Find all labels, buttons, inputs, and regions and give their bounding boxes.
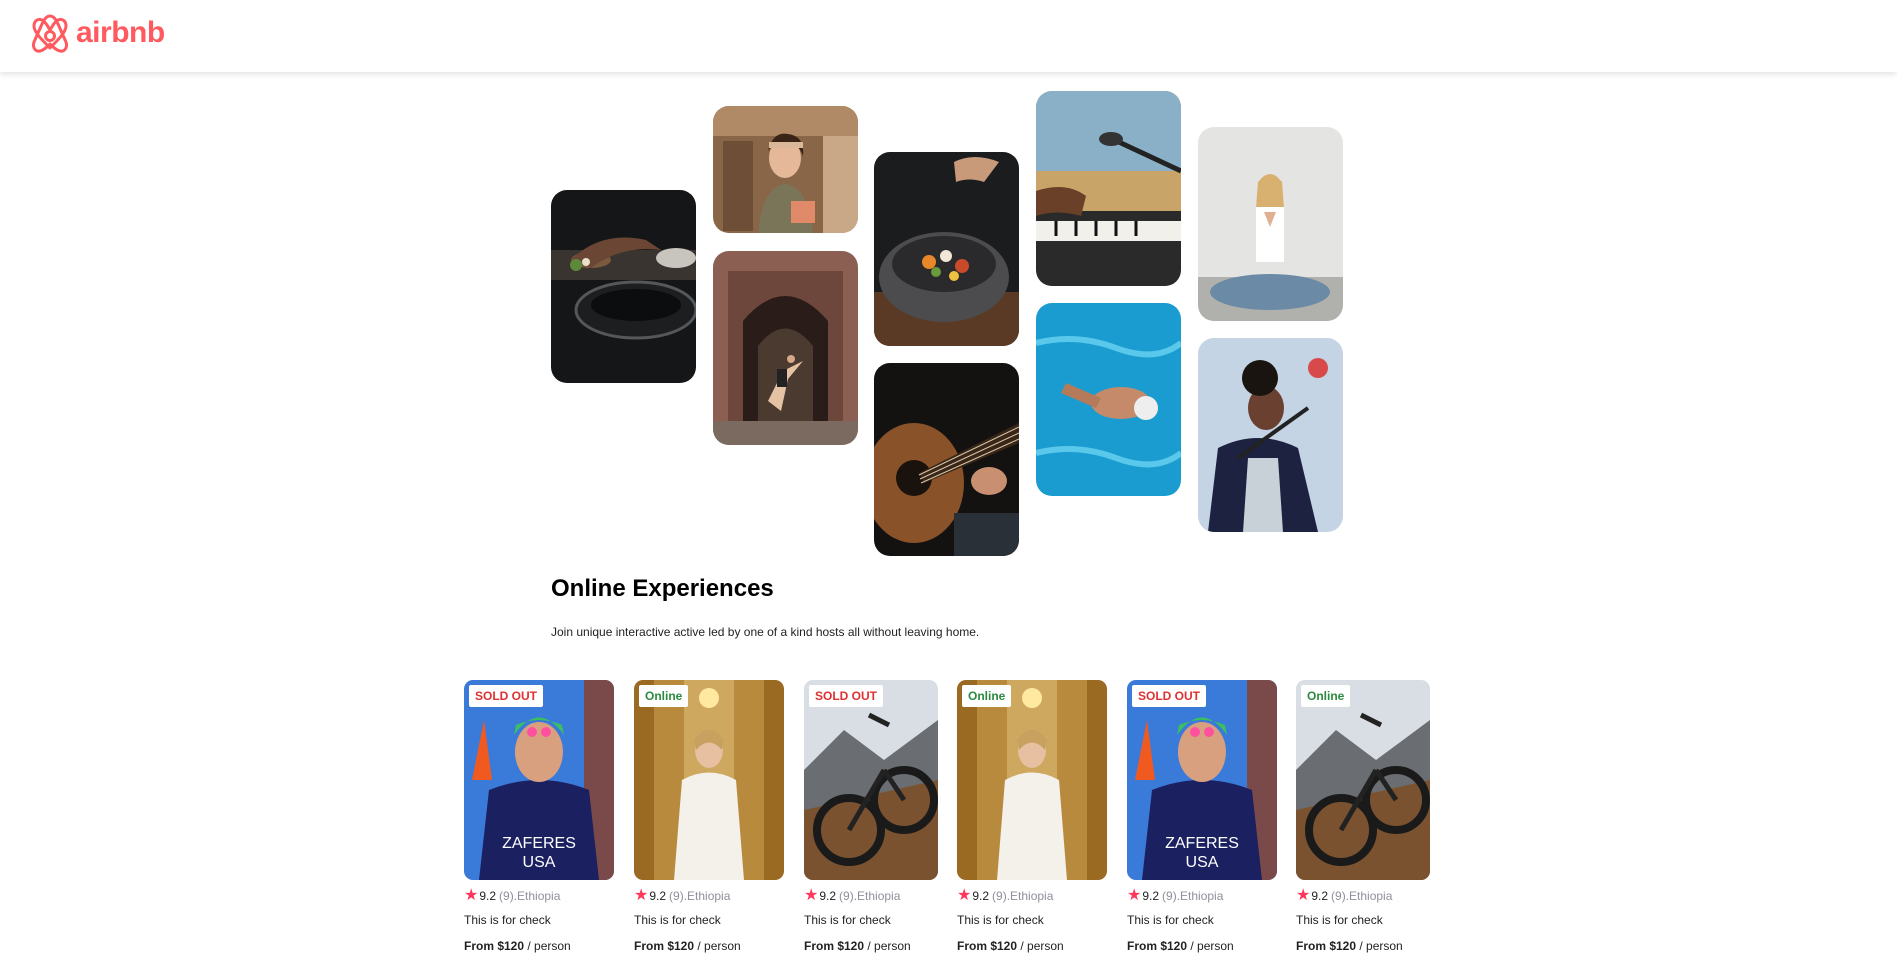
card-rating: ★ 9.2 (9).Ethiopia <box>804 887 938 904</box>
card-title: This is for check <box>804 913 891 927</box>
rating-meta: (9).Ethiopia <box>992 889 1054 903</box>
star-icon: ★ <box>634 887 649 904</box>
status-badge: Online <box>1301 685 1351 707</box>
star-icon: ★ <box>804 887 819 904</box>
star-icon: ★ <box>957 887 972 904</box>
hero-description: Join unique interactive active led by on… <box>551 625 980 639</box>
rating-meta: (9).Ethiopia <box>1331 889 1393 903</box>
card-title: This is for check <box>1296 913 1383 927</box>
card-image: ZAFERES USA SOLD OUT <box>464 680 614 880</box>
card-image: Online <box>634 680 784 880</box>
rating-value: 9.2 <box>479 889 497 903</box>
card-rating: ★ 9.2 (9).Ethiopia <box>464 887 614 904</box>
card-price: From $120 / person <box>957 939 1107 953</box>
card-price: From $120 / person <box>804 939 938 953</box>
price-amount: From $120 <box>1296 939 1357 953</box>
price-amount: From $120 <box>957 939 1018 953</box>
card-image: Online <box>1296 680 1430 880</box>
rating-meta: (9).Ethiopia <box>669 889 731 903</box>
star-icon: ★ <box>464 887 479 904</box>
card-title: This is for check <box>1127 913 1214 927</box>
page-title: Online Experiences <box>551 575 774 602</box>
price-amount: From $120 <box>1127 939 1188 953</box>
photo-singer <box>1198 338 1343 532</box>
card-price: From $120 / person <box>464 939 614 953</box>
card-title: This is for check <box>957 913 1044 927</box>
photo-ballet-doorway <box>713 251 858 445</box>
airbnb-logo[interactable]: airbnb <box>30 12 165 54</box>
photo-woman-kitchen <box>713 106 858 233</box>
experience-card[interactable]: ZAFERES USA SOLD OUT ★ 9.2 (9).Ethiopia … <box>1127 680 1277 953</box>
card-rating: ★ 9.2 (9).Ethiopia <box>1296 887 1430 904</box>
price-unit: / person <box>1017 939 1064 953</box>
rating-value: 9.2 <box>1311 889 1329 903</box>
experience-card[interactable]: Online ★ 9.2 (9).Ethiopia This is for ch… <box>957 680 1107 953</box>
card-image: SOLD OUT <box>804 680 938 880</box>
price-amount: From $120 <box>634 939 695 953</box>
photo-food-bowl <box>874 152 1019 346</box>
photo-acoustic-guitar <box>874 363 1019 556</box>
svg-text:USA: USA <box>1186 854 1219 871</box>
star-icon: ★ <box>1127 887 1142 904</box>
experience-card[interactable]: ZAFERES USA SOLD OUT ★ 9.2 (9).Ethiopia … <box>464 680 614 953</box>
experience-card[interactable]: Online ★ 9.2 (9).Ethiopia This is for ch… <box>634 680 784 953</box>
rating-meta: (9).Ethiopia <box>499 889 561 903</box>
price-unit: / person <box>524 939 571 953</box>
rating-value: 9.2 <box>972 889 990 903</box>
price-unit: / person <box>1356 939 1403 953</box>
photo-swimmer <box>1036 303 1181 496</box>
card-rating: ★ 9.2 (9).Ethiopia <box>1127 887 1277 904</box>
card-price: From $120 / person <box>1127 939 1277 953</box>
rating-value: 9.2 <box>819 889 837 903</box>
card-title: This is for check <box>464 913 551 927</box>
svg-text:USA: USA <box>523 854 556 871</box>
card-rating: ★ 9.2 (9).Ethiopia <box>957 887 1107 904</box>
status-badge: Online <box>962 685 1012 707</box>
card-image: Online <box>957 680 1107 880</box>
airbnb-belo-icon <box>32 14 68 53</box>
status-badge: SOLD OUT <box>469 685 543 707</box>
card-image: ZAFERES USA SOLD OUT <box>1127 680 1277 880</box>
photo-piano-microphone <box>1036 91 1181 286</box>
photo-yoga <box>1198 127 1343 321</box>
price-amount: From $120 <box>804 939 865 953</box>
svg-text:ZAFERES: ZAFERES <box>1165 835 1239 852</box>
brand-name: airbnb <box>76 16 165 49</box>
card-price: From $120 / person <box>1296 939 1430 953</box>
photo-cooking <box>551 190 696 383</box>
price-unit: / person <box>694 939 741 953</box>
experience-card[interactable]: SOLD OUT ★ 9.2 (9).Ethiopia This is for … <box>804 680 938 953</box>
rating-value: 9.2 <box>1142 889 1160 903</box>
star-icon: ★ <box>1296 887 1311 904</box>
status-badge: SOLD OUT <box>809 685 883 707</box>
status-badge: Online <box>639 685 689 707</box>
status-badge: SOLD OUT <box>1132 685 1206 707</box>
card-rating: ★ 9.2 (9).Ethiopia <box>634 887 784 904</box>
rating-value: 9.2 <box>649 889 667 903</box>
svg-text:ZAFERES: ZAFERES <box>502 835 576 852</box>
rating-meta: (9).Ethiopia <box>839 889 901 903</box>
price-amount: From $120 <box>464 939 525 953</box>
price-unit: / person <box>864 939 911 953</box>
card-title: This is for check <box>634 913 721 927</box>
card-price: From $120 / person <box>634 939 784 953</box>
price-unit: / person <box>1187 939 1234 953</box>
rating-meta: (9).Ethiopia <box>1162 889 1224 903</box>
experience-card[interactable]: Online ★ 9.2 (9).Ethiopia This is for ch… <box>1296 680 1430 953</box>
navbar: airbnb <box>0 0 1897 72</box>
